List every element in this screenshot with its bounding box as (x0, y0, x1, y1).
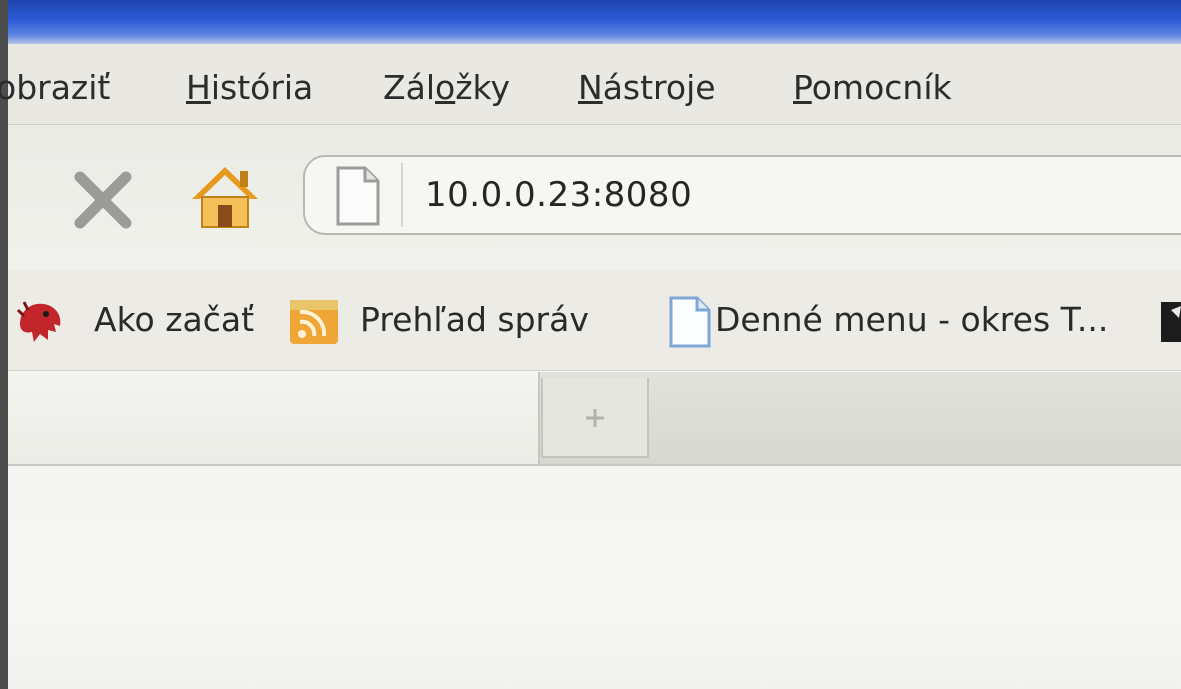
page-content (8, 466, 1181, 689)
bookmark-label: Denné menu - okres T... (715, 300, 1109, 339)
url-bar[interactable]: 10.0.0.23:8080 (303, 155, 1181, 235)
page-icon (335, 165, 381, 227)
menu-item-label: Nástroje (578, 68, 716, 107)
bookmark-denne-menu[interactable]: Denné menu - okres T... (663, 292, 1163, 348)
menu-item-nastroje[interactable]: Nástroje (578, 68, 716, 108)
menu-item-historia[interactable]: História (186, 68, 313, 108)
url-text[interactable]: 10.0.0.23:8080 (425, 175, 692, 215)
dino-icon (14, 296, 66, 348)
bookmark-label: Ako začať (94, 300, 255, 339)
navigation-toolbar: 10.0.0.23:8080 (8, 125, 1181, 265)
menu-mnemonic: H (186, 68, 211, 107)
title-bar (0, 0, 1181, 44)
menu-item-zalozky[interactable]: Záložky (383, 68, 510, 108)
new-tab-button[interactable] (541, 378, 649, 458)
bookmark-partial[interactable] (1161, 292, 1181, 348)
bookmark-partial-icon (1161, 296, 1181, 348)
bookmark-label: Prehľad správ (360, 300, 589, 339)
menu-item-label: Pomocník (793, 68, 952, 107)
home-icon (192, 167, 258, 228)
menu-item-label: obraziť (0, 68, 111, 107)
tab-strip (8, 372, 1181, 466)
menu-mnemonic: N (578, 68, 603, 107)
menu-item-zobrazit[interactable]: obraziť (0, 68, 110, 108)
tab-current[interactable] (8, 372, 540, 464)
rss-feed-icon (288, 296, 340, 348)
menu-item-pomocnik[interactable]: Pomocník (793, 68, 952, 108)
home-button[interactable] (188, 161, 262, 235)
menu-mnemonic: o (435, 68, 456, 107)
bookmarks-toolbar: Ako začať Prehľad správ Denné menu - okr… (8, 270, 1181, 371)
bookmark-ako-zacat[interactable]: Ako začať (14, 292, 284, 348)
page-icon (663, 296, 715, 348)
menu-item-label: Záložky (383, 68, 510, 107)
stop-x-icon (74, 171, 132, 229)
stop-button[interactable] (68, 165, 138, 235)
bookmark-prehlad-sprav[interactable]: Prehľad správ (288, 292, 638, 348)
plus-icon (586, 409, 604, 427)
menu-mnemonic: P (793, 68, 812, 107)
browser-window: obraziť História Záložky Nástroje Pomocn… (0, 0, 1181, 689)
menu-item-label: História (186, 68, 314, 107)
menu-bar: obraziť História Záložky Nástroje Pomocn… (0, 44, 1181, 125)
url-divider (401, 163, 403, 227)
